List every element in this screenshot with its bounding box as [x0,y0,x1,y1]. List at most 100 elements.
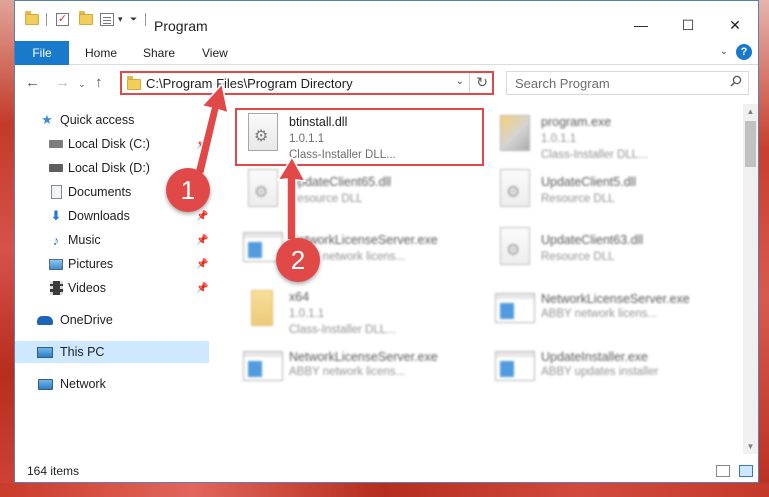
file-description: Class-Installer DLL... [541,149,648,161]
network-icon [37,377,53,391]
download-arrow-icon: ⬇ [50,208,62,223]
file-name: NetworkLicenseServer.exe [541,292,690,306]
help-icon[interactable]: ? [736,44,752,60]
exe-file-icon [493,344,537,388]
video-icon [48,281,64,295]
properties-icon[interactable] [100,10,114,28]
nav-item-pictures[interactable]: Pictures 📌 [15,253,209,275]
minimize-button[interactable]: — [618,10,664,40]
vertical-scrollbar[interactable]: ▲ ▼ [743,104,758,454]
file-item-networklicenseserver-exe[interactable]: NetworkLicenseServer.exe ABBY network li… [493,286,733,344]
music-note-icon: ♪ [52,232,60,248]
navigation-pane: ★ Quick access Local Disk (C:) 📌 Local D… [15,104,209,454]
tab-view[interactable]: View [202,41,228,65]
title-bar: ✓ ▾ ⏷ Program — ☐ ✕ [15,1,758,37]
title-separator [145,13,146,26]
file-item-networklicenseserver-exe[interactable]: NetworkLicenseServer.exe ABBY network li… [241,344,481,402]
expand-ribbon-chevron-icon[interactable]: ⌄ [720,46,728,57]
recent-locations-chevron-icon[interactable]: ⌄ [78,79,86,90]
nav-item-network[interactable]: Network [15,373,209,395]
file-item-updateclient5-dll[interactable]: ⚙ UpdateClient5.dll Resource DLL [493,167,733,225]
exe-file-icon [493,286,537,330]
pin-icon[interactable]: 📌 [196,235,208,246]
scrollbar-thumb[interactable] [745,121,756,167]
pin-icon[interactable]: 📌 [196,283,208,294]
tiles-view-icon[interactable] [739,465,753,477]
nav-label: Pictures [68,257,114,271]
computer-icon [37,345,53,359]
customize-toolbar-dropdown-icon[interactable]: ▾ [118,10,123,28]
dll-file-icon: ⚙ [241,167,285,211]
search-input[interactable] [507,72,722,94]
address-separator [469,73,470,93]
dll-file-icon: ⚙ [493,167,537,211]
nav-label: Local Disk (D:) [68,161,150,175]
toolbar-overflow-icon[interactable]: ⏷ [130,10,137,28]
file-item-updateinstaller-exe[interactable]: UpdateInstaller.exe ABBY updates install… [493,344,733,402]
details-view-icon[interactable] [716,465,730,477]
pin-icon[interactable]: 📌 [196,211,208,222]
file-name: NetworkLicenseServer.exe [289,350,438,364]
file-name: x64 [289,290,310,304]
address-dropdown-chevron-icon[interactable]: ⌄ [456,76,464,87]
nav-item-local-disk-c[interactable]: Local Disk (C:) 📌 [15,133,209,155]
annotation-callout-1: 1 [166,168,210,212]
close-button[interactable]: ✕ [712,10,758,40]
drive-icon [48,137,64,151]
maximize-button[interactable]: ☐ [665,10,711,40]
address-folder-icon [127,76,141,90]
quick-access-separator [46,13,47,26]
tab-home[interactable]: Home [85,41,117,65]
documents-icon [48,185,64,199]
refresh-icon[interactable]: ↻ [476,74,488,91]
file-name: UpdateClient65.dll [289,175,392,189]
drive-icon [48,161,64,175]
address-bar[interactable]: C:\Program Files\Program Directory ⌄ ↻ [120,71,494,95]
scroll-down-arrow-icon[interactable]: ▼ [743,439,758,454]
navigation-toolbar: ← → ⌄ ↑ C:\Program Files\Program Directo… [15,66,758,102]
nav-label: OneDrive [60,313,113,327]
undo-checkmark-icon[interactable]: ✓ [56,10,69,28]
file-name: UpdateClient63.dll [541,233,644,247]
file-item-updateclient63-dll[interactable]: ⚙ UpdateClient63.dll Resource DLL [493,225,733,283]
file-description: ABBY network licens... [289,366,406,378]
nav-item-videos[interactable]: Videos 📌 [15,277,209,299]
pin-icon[interactable]: 📌 [196,259,208,270]
tab-file[interactable]: File [15,41,69,65]
file-explorer-window: ✓ ▾ ⏷ Program — ☐ ✕ File Home Share View… [14,0,759,483]
back-arrow-icon[interactable]: ← [25,74,40,91]
new-folder-icon[interactable] [79,10,93,28]
nav-label: Documents [68,185,132,199]
dll-file-icon: ⚙ [493,225,537,269]
file-name: UpdateClient5.dll [541,175,637,189]
up-arrow-icon[interactable]: ↑ [95,74,103,91]
file-item-program-exe[interactable]: program.exe 1.0.1.1 Class-Installer DLL.… [493,111,733,169]
file-description: ABBY network licens... [541,308,658,320]
file-description: Resource DLL [541,251,615,263]
nav-label: Quick access [60,113,135,127]
scroll-up-arrow-icon[interactable]: ▲ [743,104,758,119]
program-file-icon [493,111,537,155]
file-description: ABBY updates installer [541,366,659,378]
search-box[interactable] [506,71,749,95]
nav-label: Network [60,377,106,391]
folder-icon [25,10,39,28]
tab-share[interactable]: Share [143,41,175,65]
pin-icon[interactable]: 📌 [196,139,208,150]
pictures-icon [48,257,64,271]
file-item-updateclient65-dll[interactable]: ⚙ UpdateClient65.dll Resource DLL [241,167,481,225]
file-item-x64[interactable]: x64 1.0.1.1 Class-Installer DLL... [241,286,481,344]
nav-item-this-pc[interactable]: This PC [15,341,209,363]
window-title: Program [154,18,208,34]
annotation-callout-2: 2 [276,238,320,282]
desktop-background-left [0,0,14,497]
forward-arrow-icon[interactable]: → [55,74,70,91]
file-version: 1.0.1.1 [541,133,577,145]
desktop-background-right [759,0,769,497]
desktop-background-bottom [0,483,769,497]
address-path[interactable]: C:\Program Files\Program Directory [146,76,353,91]
nav-item-onedrive[interactable]: OneDrive [15,309,209,331]
nav-item-music[interactable]: ♪ Music 📌 [15,229,209,251]
nav-item-quick-access[interactable]: ★ Quick access [15,109,209,131]
search-icon[interactable] [730,75,742,87]
